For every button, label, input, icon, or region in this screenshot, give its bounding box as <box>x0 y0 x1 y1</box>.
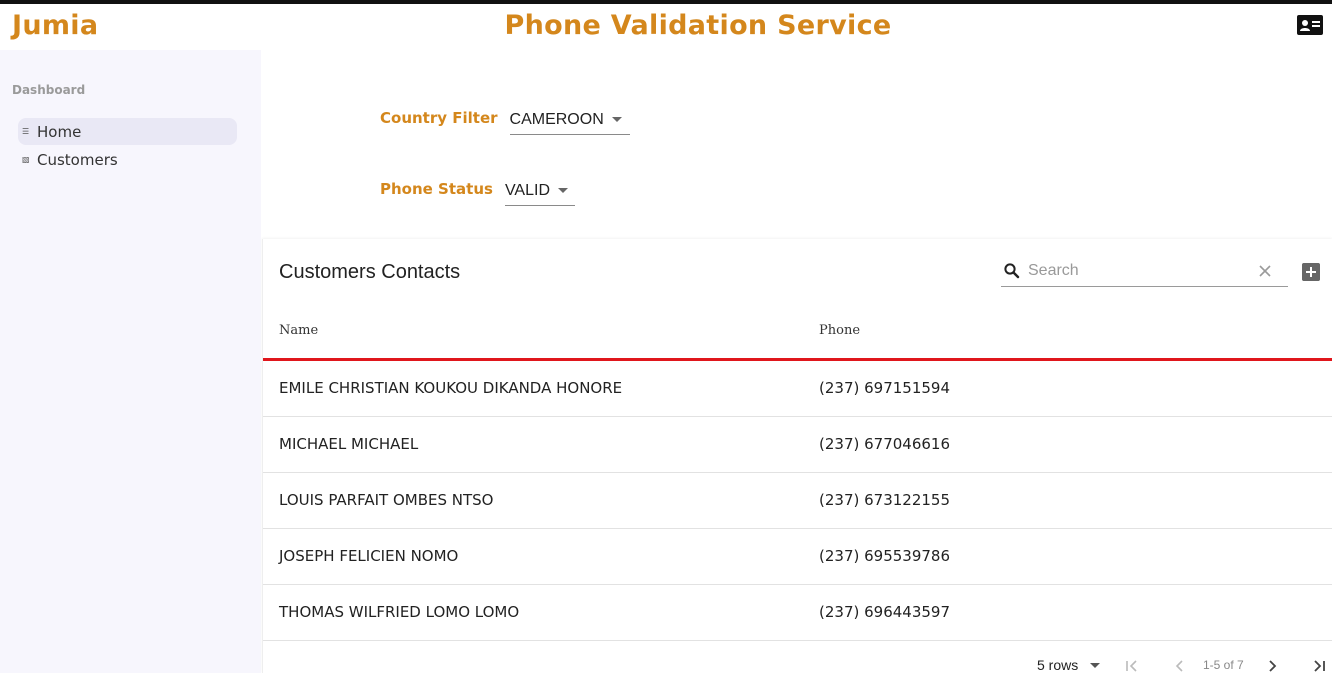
chevron-down-icon <box>1090 662 1101 668</box>
sidebar-heading: Dashboard <box>12 83 86 97</box>
page-range: 1-5 of 7 <box>1203 658 1244 672</box>
sidebar: Dashboard ☰ Home ▧ Customers <box>0 50 261 673</box>
page-title: Phone Validation Service <box>504 10 892 41</box>
first-page-icon[interactable] <box>1123 657 1141 673</box>
cell-name: THOMAS WILFRIED LOMO LOMO <box>279 603 520 621</box>
rows-per-page-value: 5 rows <box>1037 657 1079 673</box>
search-input[interactable] <box>1028 260 1248 282</box>
cell-name: LOUIS PARFAIT OMBES NTSO <box>279 491 494 509</box>
country-filter-row: Country Filter CAMEROON <box>380 105 630 135</box>
status-filter-value: VALID <box>504 181 550 199</box>
table-row[interactable]: THOMAS WILFRIED LOMO LOMO (237) 69644359… <box>263 585 1332 641</box>
contact-card-icon[interactable] <box>1297 15 1323 35</box>
table-row[interactable]: EMILE CHRISTIAN KOUKOU DIKANDA HONORE (2… <box>263 361 1332 417</box>
cell-name: EMILE CHRISTIAN KOUKOU DIKANDA HONORE <box>279 379 623 397</box>
table-row[interactable]: JOSEPH FELICIEN NOMO (237) 695539786 <box>263 529 1332 585</box>
last-page-icon[interactable] <box>1310 657 1328 673</box>
sidebar-item-label: Customers <box>37 150 118 169</box>
pagination: 5 rows 1-5 of 7 <box>263 641 1332 673</box>
cell-name: JOSEPH FELICIEN NOMO <box>279 547 459 565</box>
country-filter-select[interactable]: CAMEROON <box>509 105 630 135</box>
customers-table-panel: Customers Contacts Name Phone EMILE CHRI… <box>262 239 1332 673</box>
cell-name: MICHAEL MICHAEL <box>279 435 419 453</box>
column-header-phone[interactable]: Phone <box>819 323 860 338</box>
previous-page-icon[interactable] <box>1171 657 1189 673</box>
search-box <box>1001 256 1288 287</box>
cell-phone: (237) 695539786 <box>819 547 950 565</box>
sidebar-item-home[interactable]: ☰ Home <box>18 118 237 145</box>
sidebar-item-label: Home <box>37 122 82 141</box>
table-row[interactable]: LOUIS PARFAIT OMBES NTSO (237) 673122155 <box>263 473 1332 529</box>
top-bar: Jumia Phone Validation Service <box>0 0 1332 50</box>
cell-phone: (237) 696443597 <box>819 603 950 621</box>
status-filter-row: Phone Status VALID <box>380 176 575 206</box>
chevron-down-icon <box>558 188 568 193</box>
search-icon <box>1004 263 1020 279</box>
home-icon: ☰ <box>22 126 30 136</box>
status-filter-label: Phone Status <box>380 180 493 198</box>
cell-phone: (237) 677046616 <box>819 435 950 453</box>
column-header-name[interactable]: Name <box>279 323 318 338</box>
sidebar-item-customers[interactable]: ▧ Customers <box>18 146 237 173</box>
next-page-icon[interactable] <box>1263 657 1281 673</box>
chevron-down-icon <box>611 117 622 122</box>
status-filter-select[interactable]: VALID <box>504 176 575 206</box>
close-icon[interactable] <box>1258 264 1272 278</box>
cell-phone: (237) 697151594 <box>819 379 950 397</box>
cell-phone: (237) 673122155 <box>819 491 950 509</box>
country-filter-value: CAMEROON <box>509 110 604 128</box>
add-icon[interactable] <box>1302 263 1320 281</box>
contacts-icon: ▧ <box>22 154 30 164</box>
country-filter-label: Country Filter <box>380 109 498 127</box>
table-row[interactable]: MICHAEL MICHAEL (237) 677046616 <box>263 417 1332 473</box>
rows-per-page-select[interactable]: 5 rows <box>1037 657 1101 673</box>
table-title: Customers Contacts <box>279 261 461 283</box>
